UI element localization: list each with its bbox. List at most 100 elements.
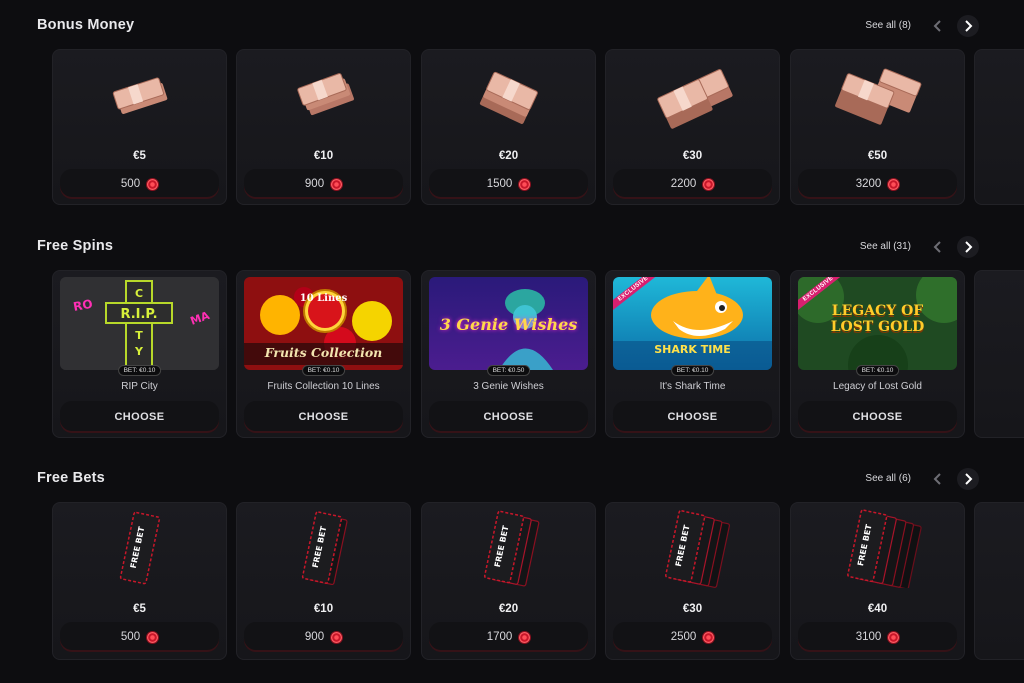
free-bet-card[interactable]: FREE BET €20 1700 — [421, 502, 596, 660]
see-all-link[interactable]: See all (6) — [865, 473, 911, 484]
section-header: Bonus Money See all (8) — [37, 13, 987, 43]
buy-button[interactable]: 2500 — [613, 622, 772, 652]
bonus-card[interactable]: €5 500 — [52, 49, 227, 205]
carousel-next-button[interactable] — [957, 468, 979, 490]
game-thumbnail-fruits-collection: 10 Lines Fruits Collection — [244, 277, 403, 370]
chip-icon — [519, 178, 531, 190]
buy-button[interactable]: 1500 — [429, 169, 588, 199]
bet-badge: BET: €0.10 — [301, 365, 346, 376]
chip-icon — [331, 178, 343, 190]
game-art-title: 3 Genie Wishes — [439, 315, 578, 334]
carousel-next-button[interactable] — [957, 15, 979, 37]
buy-button[interactable]: 3200 — [798, 169, 957, 199]
game-thumbnail-shark-time: SHARK TIME EXCLUSIVE — [613, 277, 772, 370]
bet-amount: €30 — [682, 603, 703, 615]
game-thumbnail-legacy-of-lost-gold: LEGACY OF LOST GOLD EXCLUSIVE — [798, 277, 957, 370]
game-art-title: SHARK TIME — [654, 343, 731, 356]
bet-badge: BET: €0.10 — [117, 365, 162, 376]
chevron-right-icon — [965, 241, 973, 253]
section-header: Free Spins See all (31) — [37, 234, 987, 264]
bonus-amount: €30 — [682, 150, 703, 162]
section-title: Free Bets — [37, 470, 105, 486]
game-card[interactable]: 10 Lines Fruits Collection BET: €0.10 Fr… — [236, 270, 411, 438]
bet-amount: €20 — [498, 603, 519, 615]
game-name: RIP City — [121, 381, 158, 392]
bonus-amount: €20 — [498, 150, 519, 162]
free-bet-ticket-icon: FREE BET — [237, 503, 410, 593]
choose-button[interactable]: CHOOSE — [60, 401, 219, 433]
cash-stack-icon — [53, 50, 226, 140]
bonus-card[interactable]: €20 1500 — [421, 49, 596, 205]
free-spins-carousel: R.I.P. C T Y RO MA BET: €0.10 RIP City C… — [52, 270, 1024, 440]
section-title: Free Spins — [37, 238, 114, 254]
chevron-left-icon — [933, 20, 941, 32]
chip-icon — [147, 178, 159, 190]
carousel-prev-button[interactable] — [927, 236, 949, 258]
game-art-title: LEGACY OF LOST GOLD — [830, 303, 925, 335]
cash-stack-icon — [422, 50, 595, 140]
game-thumbnail-rip-city: R.I.P. C T Y RO MA — [60, 277, 219, 370]
game-card[interactable]: LEGACY OF LOST GOLD EXCLUSIVE BET: €0.10… — [790, 270, 965, 438]
chip-icon — [888, 631, 900, 643]
buy-button[interactable]: 1700 — [429, 622, 588, 652]
buy-button[interactable]: 900 — [244, 169, 403, 199]
cash-stack-icon — [237, 50, 410, 140]
bonus-card-partial[interactable] — [974, 49, 1024, 205]
game-card[interactable]: 3 Genie Wishes BET: €0.50 3 Genie Wishes… — [421, 270, 596, 438]
svg-text:Y: Y — [134, 345, 144, 358]
buy-button[interactable]: 3100 — [798, 622, 957, 652]
chip-icon — [703, 631, 715, 643]
section-title: Bonus Money — [37, 17, 135, 33]
bonus-amount: €5 — [133, 150, 146, 162]
bet-amount: €40 — [867, 603, 888, 615]
svg-text:T: T — [135, 329, 143, 342]
chip-icon — [888, 178, 900, 190]
bet-amount: €5 — [133, 603, 146, 615]
see-all-link[interactable]: See all (8) — [865, 20, 911, 31]
buy-button[interactable]: 500 — [60, 169, 219, 199]
carousel-prev-button[interactable] — [927, 468, 949, 490]
bonus-card[interactable]: €50 3200 — [790, 49, 965, 205]
game-card[interactable]: R.I.P. C T Y RO MA BET: €0.10 RIP City C… — [52, 270, 227, 438]
bet-badge: BET: €0.10 — [670, 365, 715, 376]
price-value: 500 — [120, 631, 141, 643]
buy-button[interactable]: 900 — [244, 622, 403, 652]
price-value: 2200 — [670, 178, 697, 190]
bonus-carousel: €5 500 €10 900 €20 1500 €30 2200 €50 320… — [52, 49, 1024, 207]
price-value: 900 — [304, 178, 325, 190]
free-bet-card-partial[interactable] — [974, 502, 1024, 660]
cash-stack-icon — [791, 50, 964, 140]
chevron-right-icon — [965, 473, 973, 485]
game-card[interactable]: SHARK TIME EXCLUSIVE BET: €0.10 It's Sha… — [605, 270, 780, 438]
bonus-card[interactable]: €30 2200 — [605, 49, 780, 205]
game-name: Legacy of Lost Gold — [833, 381, 922, 392]
free-bet-card[interactable]: FREE BET €40 3100 — [790, 502, 965, 660]
free-bet-ticket-icon: FREE BET — [422, 503, 595, 593]
free-bet-ticket-icon: FREE BET — [606, 503, 779, 593]
game-art-title: Fruits Collection — [264, 345, 383, 360]
carousel-next-button[interactable] — [957, 236, 979, 258]
section-header: Free Bets See all (6) — [37, 466, 987, 496]
see-all-link[interactable]: See all (31) — [860, 241, 911, 252]
choose-button[interactable]: CHOOSE — [429, 401, 588, 433]
free-bet-card[interactable]: FREE BET €30 2500 — [605, 502, 780, 660]
bet-amount: €10 — [313, 603, 334, 615]
buy-button[interactable]: 500 — [60, 622, 219, 652]
price-value: 2500 — [670, 631, 697, 643]
bet-badge: BET: €0.50 — [486, 365, 531, 376]
choose-button[interactable]: CHOOSE — [798, 401, 957, 433]
bonus-card[interactable]: €10 900 — [236, 49, 411, 205]
chevron-left-icon — [933, 473, 941, 485]
free-bet-card[interactable]: FREE BET €10 900 — [236, 502, 411, 660]
chip-icon — [331, 631, 343, 643]
choose-button[interactable]: CHOOSE — [613, 401, 772, 433]
svg-text:R.I.P.: R.I.P. — [120, 307, 157, 322]
choose-button[interactable]: CHOOSE — [244, 401, 403, 433]
free-bet-ticket-icon: FREE BET — [791, 503, 964, 593]
price-value: 1500 — [486, 178, 513, 190]
cash-stack-icon — [606, 50, 779, 140]
carousel-prev-button[interactable] — [927, 15, 949, 37]
free-bet-card[interactable]: FREE BET €5 500 — [52, 502, 227, 660]
game-card-partial[interactable] — [974, 270, 1024, 438]
buy-button[interactable]: 2200 — [613, 169, 772, 199]
